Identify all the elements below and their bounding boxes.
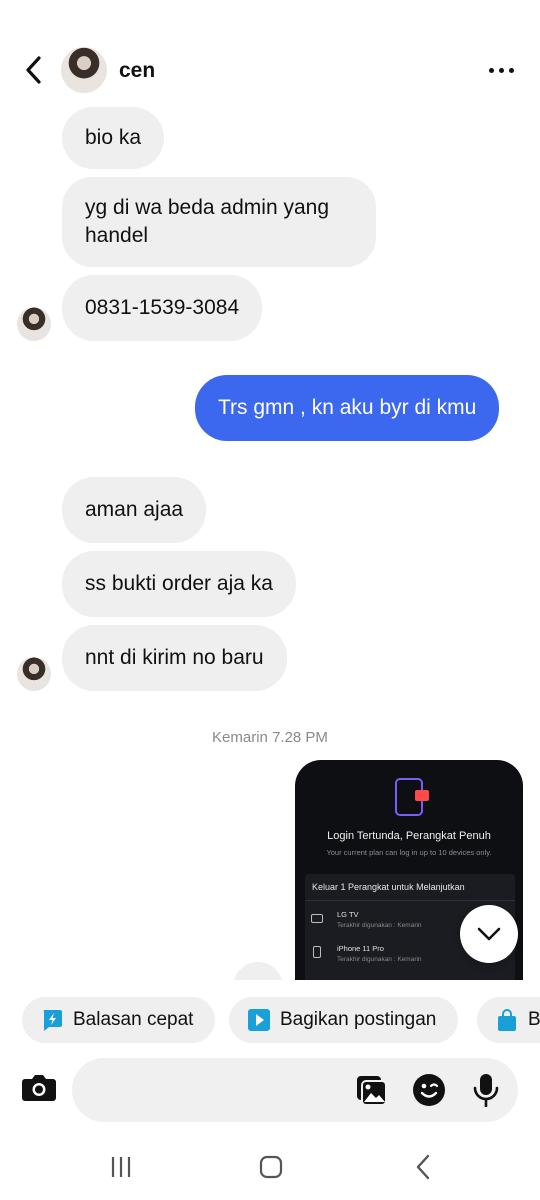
message-text: nnt di kirim no baru — [85, 646, 264, 669]
gallery-icon — [357, 1076, 387, 1106]
system-back-button[interactable] — [403, 1152, 443, 1182]
message-incoming[interactable]: 0831-1539-3084 — [62, 275, 263, 341]
image-title: Login Tertunda, Perangkat Penuh — [327, 830, 491, 842]
device-name: LG TV — [337, 910, 359, 919]
microphone-icon — [473, 1074, 499, 1107]
device-panel-title: Keluar 1 Perangkat untuk Melanjutkan — [312, 882, 465, 892]
message-incoming[interactable]: nnt di kirim no baru — [62, 625, 287, 691]
chip-label: B — [528, 1009, 540, 1030]
sender-avatar — [17, 307, 51, 341]
message-text: ss bukti order aja ka — [85, 572, 273, 595]
device-last-used: Terakhir digunakan : Kemarin — [337, 922, 422, 929]
message-input[interactable] — [92, 1072, 342, 1108]
shopping-bag-icon — [495, 1008, 519, 1032]
divider — [305, 900, 515, 901]
quick-actions-bar: Balasan cepat Bagikan postingan B — [0, 997, 540, 1043]
message-text: Trs gmn , kn aku byr di kmu — [218, 396, 477, 419]
home-button[interactable] — [251, 1152, 291, 1182]
tv-icon — [311, 914, 323, 923]
camera-button[interactable] — [16, 1064, 62, 1110]
recent-apps-button[interactable] — [101, 1152, 141, 1182]
recent-apps-icon — [111, 1157, 131, 1177]
chip-shop[interactable]: B — [477, 997, 540, 1043]
system-navigation-bar — [0, 1140, 540, 1200]
message-text: bio ka — [85, 126, 142, 149]
chip-quick-reply[interactable]: Balasan cepat — [22, 997, 216, 1043]
chevron-down-icon — [477, 927, 501, 941]
message-incoming[interactable]: bio ka — [62, 107, 165, 169]
message-incoming[interactable]: ss bukti order aja ka — [62, 551, 296, 617]
phone-icon — [313, 946, 321, 958]
voice-button[interactable] — [468, 1072, 504, 1108]
more-horizontal-icon — [488, 67, 494, 73]
chat-header: cen — [0, 40, 540, 100]
back-icon — [416, 1154, 430, 1180]
camera-icon — [22, 1075, 56, 1101]
home-icon — [259, 1155, 283, 1179]
message-timestamp: Kemarin 7.28 PM — [212, 729, 328, 746]
message-text: 0831-1539-3084 — [85, 296, 240, 319]
gallery-button[interactable] — [353, 1072, 389, 1108]
sticker-icon — [413, 1074, 445, 1106]
chevron-left-icon — [26, 56, 41, 84]
contact-name[interactable]: cen — [119, 59, 155, 83]
device-name: iPhone 11 Pro — [337, 944, 384, 953]
message-composer — [72, 1058, 518, 1122]
reply-bubble-peek — [233, 962, 283, 980]
chip-share-post[interactable]: Bagikan postingan — [229, 997, 459, 1043]
message-text: aman ajaa — [85, 498, 184, 521]
contact-avatar[interactable] — [61, 47, 107, 93]
back-button[interactable] — [16, 52, 52, 88]
message-text: yg di wa beda admin yang handel — [85, 196, 329, 247]
device-warning-icon — [395, 778, 429, 816]
sticker-button[interactable] — [411, 1072, 447, 1108]
lightning-icon — [40, 1008, 64, 1032]
message-incoming[interactable]: aman ajaa — [62, 477, 207, 543]
chip-label: Bagikan postingan — [280, 1009, 437, 1030]
chip-label: Balasan cepat — [73, 1009, 194, 1030]
device-last-used: Terakhir digunakan : Kemarin — [337, 956, 422, 963]
play-icon — [247, 1008, 271, 1032]
message-outgoing[interactable]: Trs gmn , kn aku byr di kmu — [195, 375, 500, 441]
message-incoming[interactable]: yg di wa beda admin yang handel — [62, 177, 376, 267]
image-subtitle: Your current plan can log in up to 10 de… — [326, 848, 492, 857]
sender-avatar — [17, 657, 51, 691]
scroll-to-bottom-button[interactable] — [460, 905, 518, 963]
more-options-button[interactable] — [484, 56, 518, 84]
